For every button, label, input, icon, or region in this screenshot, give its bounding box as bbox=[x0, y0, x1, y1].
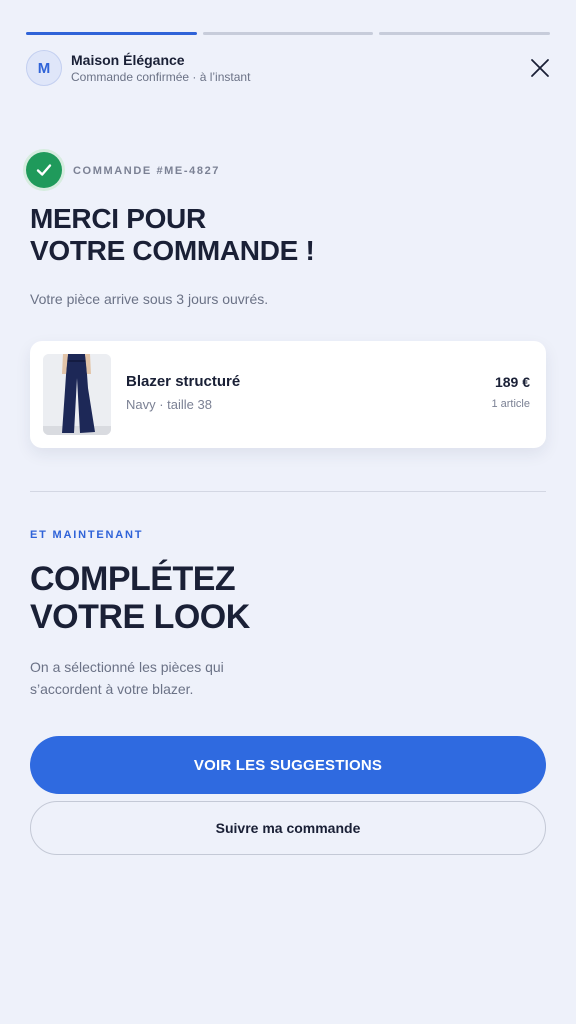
confirmation-title: Merci pour votre commande ! bbox=[30, 203, 510, 267]
upsell-title-line-2: votre look bbox=[30, 598, 250, 636]
upsell-title-line-1: Complétez bbox=[30, 560, 236, 598]
brand-name: Maison Élégance bbox=[71, 52, 185, 68]
item-count: 1 article bbox=[491, 398, 530, 410]
header: M Maison Élégance Commande confirmée · à… bbox=[26, 49, 554, 87]
upsell-title: Complétez votre look bbox=[30, 560, 510, 636]
close-icon bbox=[531, 59, 549, 77]
view-suggestions-button[interactable]: Voir les suggestions bbox=[30, 736, 546, 794]
story-progress bbox=[26, 32, 551, 35]
title-line-1: Merci pour bbox=[30, 203, 206, 234]
upsell-eyebrow: ET MAINTENANT bbox=[30, 529, 144, 541]
check-icon bbox=[36, 164, 52, 176]
item-price: 189 € bbox=[494, 374, 530, 390]
upsell-description: On a sélectionné les pièces qui s’accord… bbox=[30, 659, 224, 697]
item-name: Blazer structuré bbox=[126, 373, 241, 390]
brand-info: Maison Élégance Commande confirmée · à l… bbox=[71, 52, 250, 84]
brand-avatar: M bbox=[26, 50, 62, 86]
order-confirmation-screen: M Maison Élégance Commande confirmée · à… bbox=[0, 0, 576, 1024]
progress-segment-2 bbox=[202, 32, 374, 35]
order-number: COMMANDE #ME-4827 bbox=[73, 165, 221, 177]
order-status: Commande confirmée · à l’instant bbox=[71, 70, 251, 84]
order-item-card[interactable]: Blazer structuré Navy · taille 38 189 € … bbox=[30, 341, 546, 448]
close-button[interactable] bbox=[526, 54, 554, 82]
product-thumbnail bbox=[43, 354, 111, 435]
progress-segment-1 bbox=[26, 32, 197, 35]
product-image bbox=[43, 354, 111, 435]
progress-segment-3 bbox=[379, 32, 551, 35]
title-line-2: votre commande ! bbox=[30, 235, 315, 266]
section-divider bbox=[30, 491, 546, 492]
delivery-info: Votre pièce arrive sous 3 jours ouvrés. bbox=[30, 291, 269, 307]
success-badge bbox=[26, 152, 62, 188]
item-details: Navy · taille 38 bbox=[126, 397, 212, 412]
track-order-button[interactable]: Suivre ma commande bbox=[30, 801, 546, 855]
